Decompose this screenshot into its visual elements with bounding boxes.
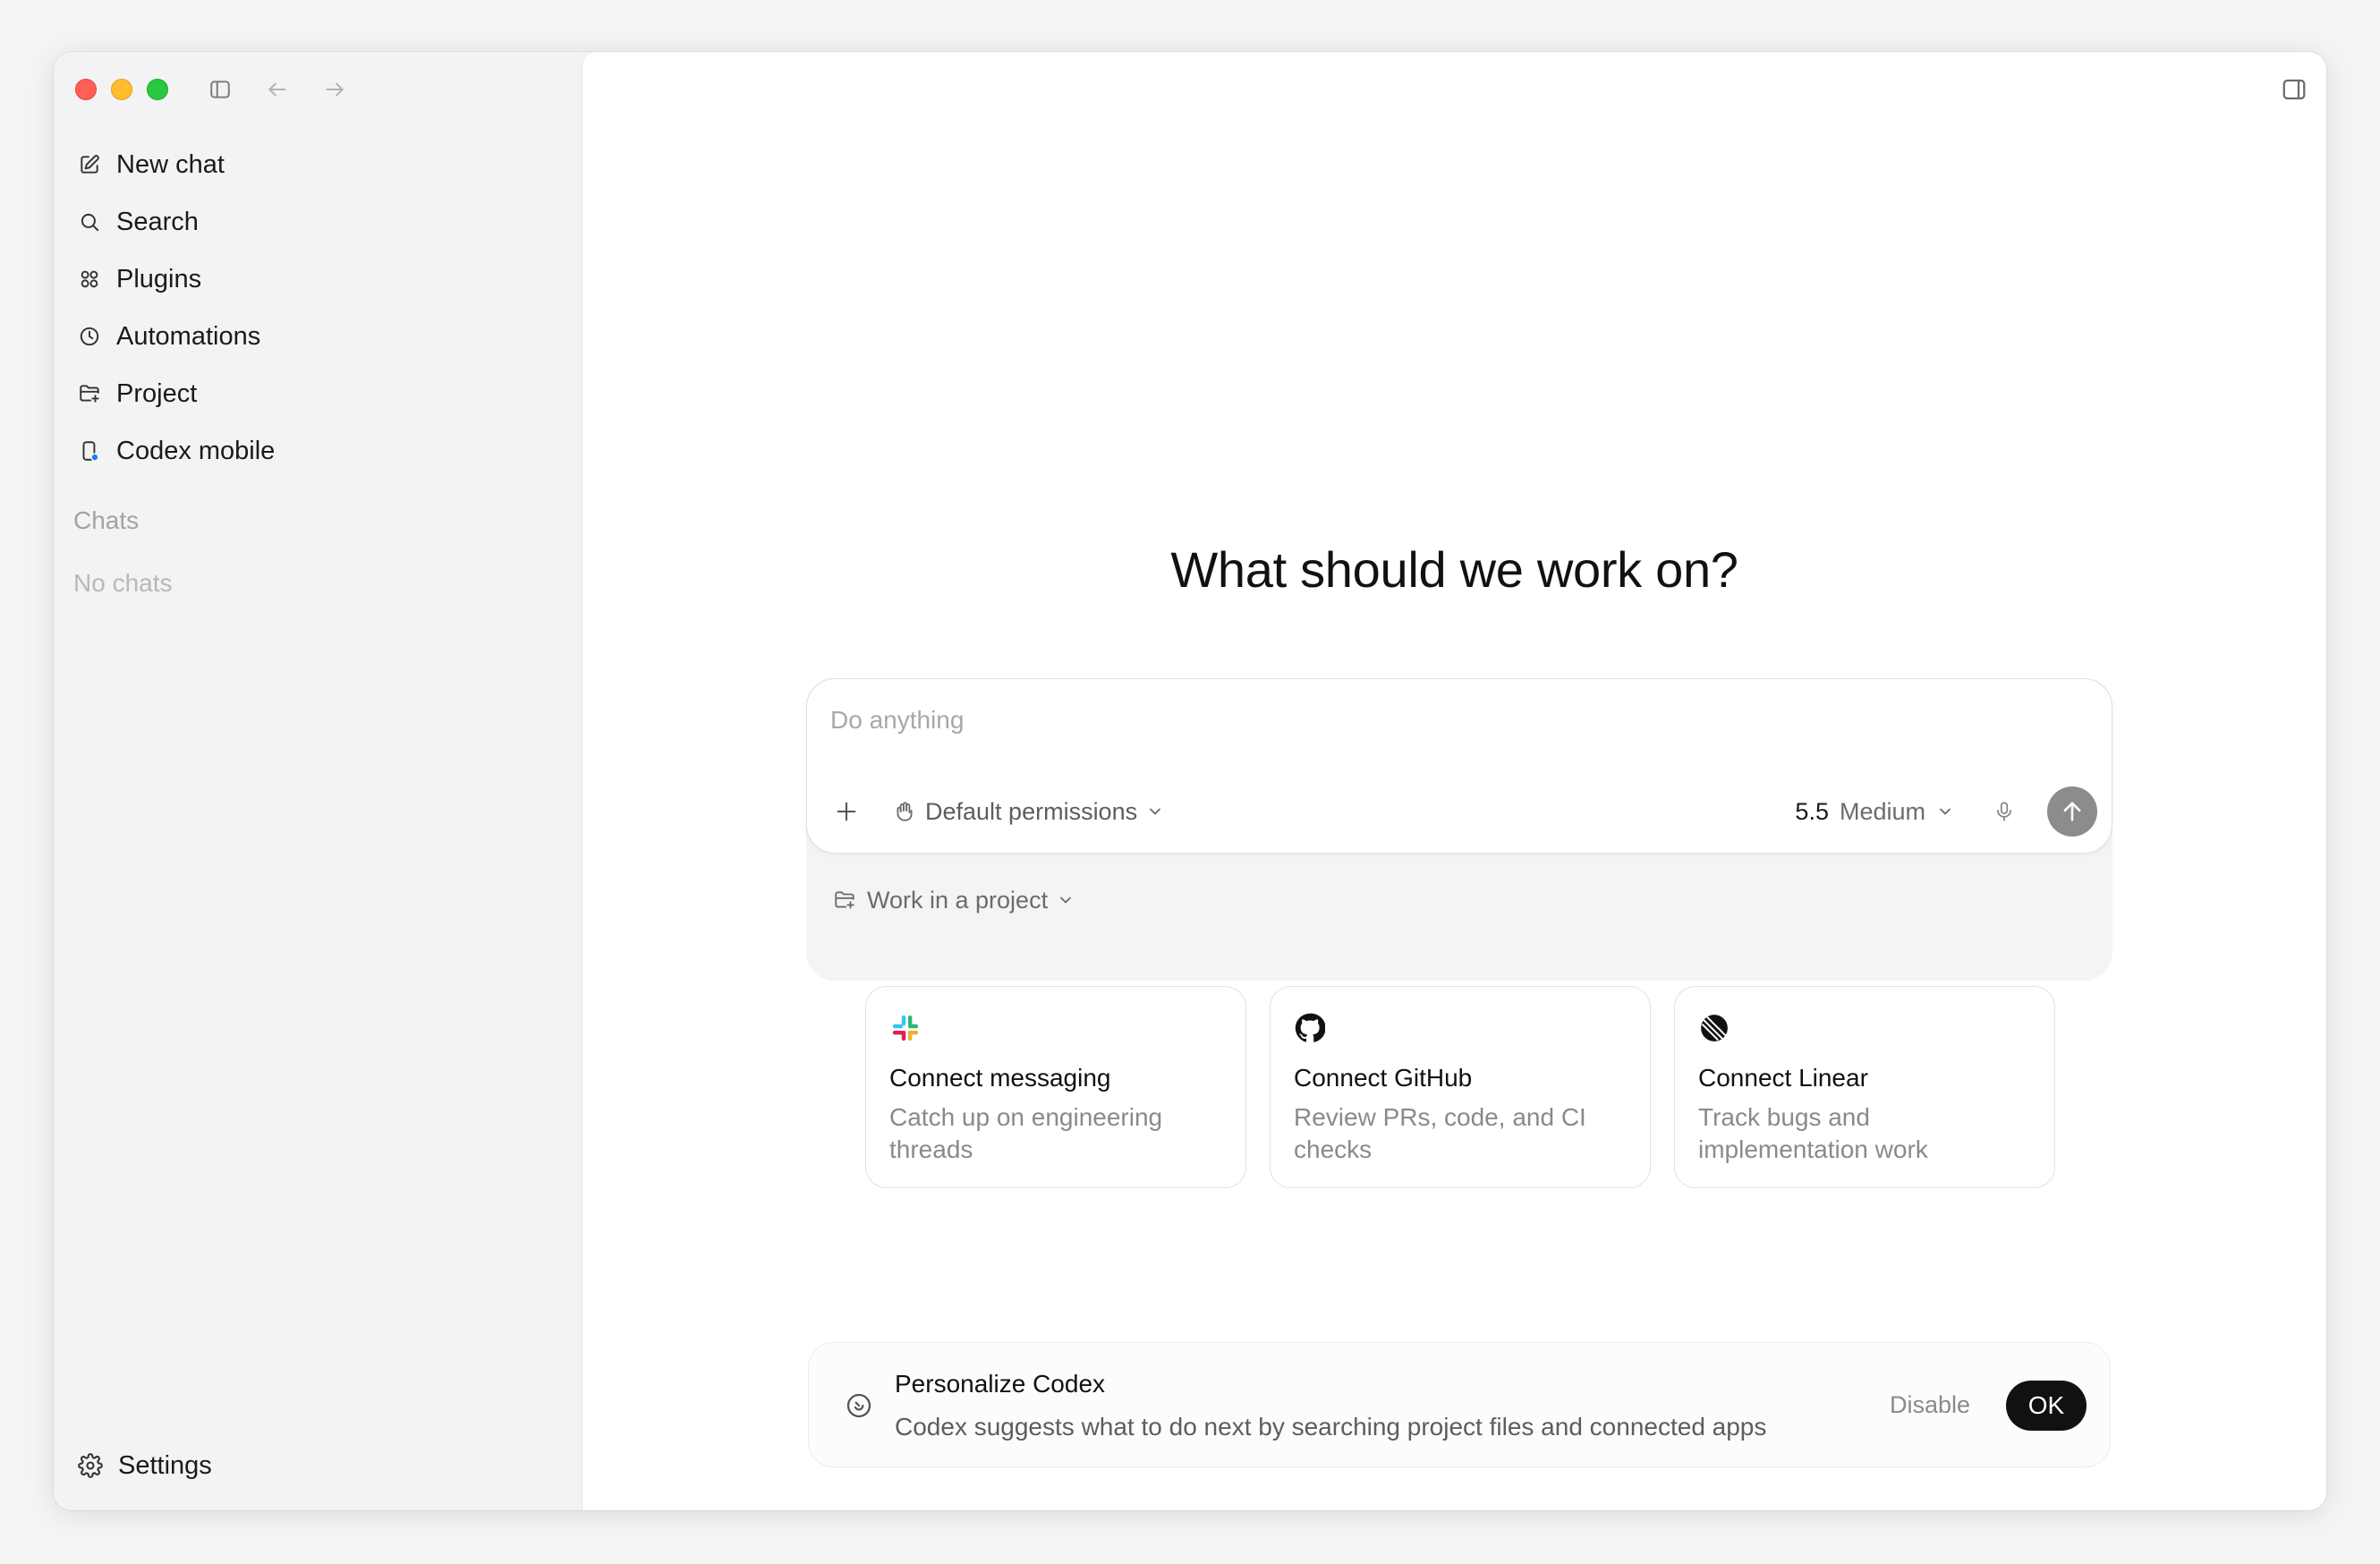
banner-title: Personalize Codex <box>895 1370 1106 1398</box>
microphone-icon[interactable] <box>1986 794 2022 829</box>
connect-github-card[interactable]: Connect GitHub Review PRs, code, and CI … <box>1270 986 1651 1188</box>
connector-cards: Connect messaging Catch up on engineerin… <box>865 986 2055 1188</box>
composer: Do anything Default permissions 5.5 Medi… <box>806 678 2112 854</box>
card-description: Catch up on engineering threads <box>889 1103 1163 1163</box>
sidebar-item-label: Project <box>116 378 198 408</box>
connect-linear-card[interactable]: Connect Linear Track bugs and implementa… <box>1674 986 2055 1188</box>
sidebar-item-label: Codex mobile <box>116 436 276 465</box>
sidebar-toggle-icon[interactable] <box>206 75 234 104</box>
settings-label: Settings <box>118 1450 212 1480</box>
model-version: 5.5 <box>1795 797 1829 825</box>
github-icon <box>1294 1012 1326 1044</box>
ok-button[interactable]: OK <box>2006 1381 2087 1431</box>
work-in-project-dropdown[interactable]: Work in a project <box>833 882 1075 918</box>
add-attachment-button[interactable] <box>829 794 864 829</box>
card-title: Connect Linear <box>1698 1064 1868 1092</box>
permissions-dropdown[interactable]: Default permissions <box>893 794 1173 829</box>
card-title: Connect GitHub <box>1294 1064 1473 1092</box>
send-button[interactable] <box>2047 786 2097 837</box>
connect-messaging-card[interactable]: Connect messaging Catch up on engineerin… <box>865 986 1246 1188</box>
personalize-banner: Personalize Codex Codex suggests what to… <box>808 1342 2111 1467</box>
plus-icon <box>837 802 856 821</box>
page-title: What should we work on? <box>1170 541 1738 598</box>
panel-toggle-icon[interactable] <box>2278 73 2310 106</box>
app-window: New chat Search Plugins Automations Proj… <box>54 52 2326 1510</box>
folder-plus-icon <box>835 891 854 909</box>
hand-icon <box>897 802 913 821</box>
settings-button[interactable]: Settings <box>75 1441 212 1491</box>
clock-icon <box>75 322 104 351</box>
zoom-window-button[interactable] <box>147 79 168 100</box>
card-description: Review PRs, code, and CI checks <box>1294 1103 1586 1163</box>
window-controls <box>75 79 168 100</box>
model-selector[interactable]: 5.5 Medium <box>1795 794 1954 829</box>
card-title: Connect messaging <box>889 1064 1111 1092</box>
sidebar-item-search[interactable]: Search <box>66 193 569 251</box>
phone-icon <box>75 437 104 465</box>
sidebar-item-plugins[interactable]: Plugins <box>66 251 569 308</box>
sidebar-nav: New chat Search Plugins Automations Proj… <box>66 136 569 480</box>
grid-icon <box>75 265 104 293</box>
model-level: Medium <box>1839 797 1925 825</box>
sidebar-item-label: Automations <box>116 321 261 351</box>
disable-button[interactable]: Disable <box>1890 1391 1970 1419</box>
sidebar-item-label: Search <box>116 207 199 236</box>
project-label: Work in a project <box>867 886 1049 914</box>
sidebar-item-label: New chat <box>116 149 225 179</box>
sidebar-item-new-chat[interactable]: New chat <box>66 136 569 193</box>
banner-description: Codex suggests what to do next by search… <box>895 1413 1767 1441</box>
slack-icon <box>889 1012 922 1044</box>
linear-icon <box>1698 1012 1730 1044</box>
gear-icon <box>75 1450 106 1481</box>
back-arrow-icon[interactable] <box>263 75 292 104</box>
minimize-window-button[interactable] <box>111 79 132 100</box>
forward-arrow-icon[interactable] <box>320 75 349 104</box>
chevron-down-icon <box>1150 808 1161 815</box>
folder-plus-icon <box>75 379 104 408</box>
card-description: Track bugs and implementation work <box>1698 1103 1928 1163</box>
sidebar-item-codex-mobile[interactable]: Codex mobile <box>66 422 569 480</box>
arrow-up-icon <box>2063 802 2081 821</box>
prompt-input[interactable]: Do anything <box>830 706 964 735</box>
sidebar: New chat Search Plugins Automations Proj… <box>54 52 582 1510</box>
search-icon <box>75 208 104 236</box>
sidebar-item-label: Plugins <box>116 264 202 293</box>
sidebar-item-project[interactable]: Project <box>66 365 569 422</box>
main-panel: What should we work on? Do anything Defa… <box>582 52 2326 1510</box>
close-window-button[interactable] <box>75 79 97 100</box>
chevron-down-icon <box>1060 897 1071 904</box>
chevron-down-icon <box>1940 808 1951 815</box>
composer-container: Do anything Default permissions 5.5 Medi… <box>806 678 2112 981</box>
permissions-label: Default permissions <box>925 797 1138 825</box>
empty-chats-text: No chats <box>73 569 173 597</box>
sidebar-item-automations[interactable]: Automations <box>66 308 569 365</box>
chats-section-title: Chats <box>73 506 140 534</box>
sparkle-circle-icon <box>843 1390 875 1422</box>
edit-icon <box>75 150 104 179</box>
